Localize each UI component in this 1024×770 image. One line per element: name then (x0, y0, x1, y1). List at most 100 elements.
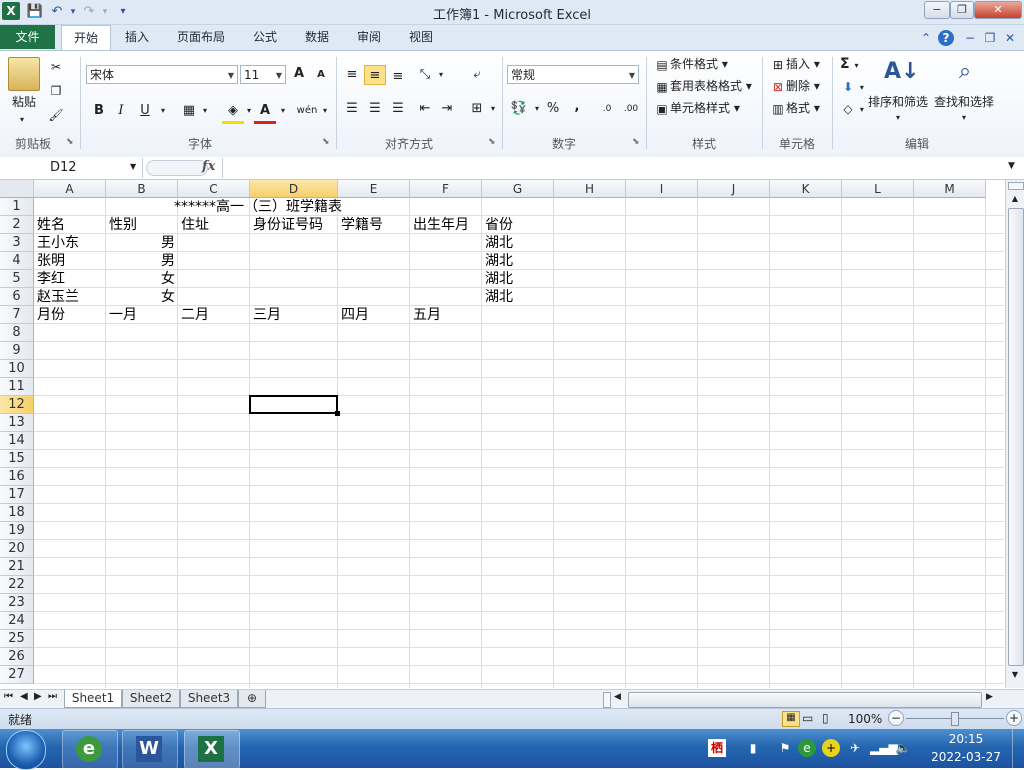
cell-g6[interactable]: 湖北 (482, 288, 554, 306)
start-button[interactable] (6, 730, 46, 770)
row-header-13[interactable]: 13 (0, 414, 34, 432)
zoom-in-button[interactable]: + (1006, 710, 1022, 726)
row-header-24[interactable]: 24 (0, 612, 34, 630)
column-header-a[interactable]: A (34, 180, 106, 198)
cell-a2[interactable]: 姓名 (34, 216, 106, 234)
align-right-icon[interactable]: ☰ (387, 99, 409, 119)
row-header-17[interactable]: 17 (0, 486, 34, 504)
tab-data[interactable]: 数据 (296, 25, 338, 49)
copy-icon[interactable]: ❐ (48, 83, 64, 99)
decrease-decimal-button[interactable]: .00 (620, 99, 642, 119)
column-header-f[interactable]: F (410, 180, 482, 198)
merge-dropdown-icon[interactable]: ▾ (482, 99, 504, 119)
cell-g3[interactable]: 湖北 (482, 234, 554, 252)
column-header-i[interactable]: I (626, 180, 698, 198)
cell-d2[interactable]: 身份证号码 (250, 216, 338, 234)
tab-insert[interactable]: 插入 (116, 25, 158, 49)
row-header-9[interactable]: 9 (0, 342, 34, 360)
cell-a5[interactable]: 李红 (34, 270, 106, 288)
cut-icon[interactable]: ✂ (48, 59, 64, 75)
font-launcher-icon[interactable]: ⬊ (322, 137, 330, 147)
usb-icon[interactable]: ▮ (744, 739, 762, 757)
delete-cells-button[interactable]: ⊠ 删除 ▾ (770, 77, 820, 95)
clear-button[interactable]: ◇ ▾ (840, 99, 863, 119)
row-header-18[interactable]: 18 (0, 504, 34, 522)
conditional-format-button[interactable]: ▤ 条件格式 ▾ (654, 55, 728, 73)
autosum-button[interactable]: Σ ▾ (840, 55, 858, 75)
worksheet-grid[interactable]: ABCDEFGHIJKLM 1 2 3 4 5 6 7 8 9 10 11 12 13 14 15 16 17 1… (0, 180, 1004, 688)
row-header-21[interactable]: 21 (0, 558, 34, 576)
clock-date[interactable]: 2022-03-27 (926, 750, 1006, 764)
alignment-launcher-icon[interactable]: ⬊ (488, 137, 496, 147)
column-header-c[interactable]: C (178, 180, 250, 198)
row-header-1[interactable]: 1 (0, 198, 34, 216)
increase-indent-icon[interactable]: ⇥ (436, 99, 458, 119)
volume-icon[interactable]: 🔈 (894, 739, 912, 757)
row-header-4[interactable]: 4 (0, 252, 34, 270)
network-icon[interactable]: ▂▄▆ (870, 739, 898, 757)
column-header-j[interactable]: J (698, 180, 770, 198)
row-header-2[interactable]: 2 (0, 216, 34, 234)
row-header-19[interactable]: 19 (0, 522, 34, 540)
column-header-l[interactable]: L (842, 180, 914, 198)
format-cells-button[interactable]: ▥ 格式 ▾ (770, 99, 820, 117)
cell-b7[interactable]: 一月 (106, 306, 178, 324)
zoom-slider-thumb[interactable] (951, 712, 959, 726)
formula-bar-divider[interactable] (146, 160, 208, 176)
taskbar-excel[interactable]: X (184, 730, 240, 769)
cell-b6[interactable]: 女 (106, 288, 178, 306)
taskbar-ie[interactable]: e (62, 730, 118, 769)
tab-formulas[interactable]: 公式 (244, 25, 286, 49)
column-header-b[interactable]: B (106, 180, 178, 198)
normal-view-icon[interactable]: ▦ (782, 711, 800, 727)
font-color-dropdown-icon[interactable]: ▾ (272, 101, 294, 121)
sheet-tab-sheet3[interactable]: Sheet3 (180, 690, 238, 708)
phonetic-dropdown-icon[interactable]: ▾ (314, 101, 336, 121)
page-break-view-icon[interactable]: ▯ (822, 711, 829, 725)
row-header-14[interactable]: 14 (0, 432, 34, 450)
cell-a7[interactable]: 月份 (34, 306, 106, 324)
vertical-scrollbar[interactable]: ▲ ▼ (1005, 180, 1024, 688)
row-header-27[interactable]: 27 (0, 666, 34, 684)
row-header-25[interactable]: 25 (0, 630, 34, 648)
row-header-3[interactable]: 3 (0, 234, 34, 252)
row-header-10[interactable]: 10 (0, 360, 34, 378)
select-all-corner[interactable] (0, 180, 34, 198)
cell-e7[interactable]: 四月 (338, 306, 410, 324)
cell-g4[interactable]: 湖北 (482, 252, 554, 270)
row-header-26[interactable]: 26 (0, 648, 34, 666)
show-desktop-button[interactable] (1012, 729, 1024, 768)
prev-sheet-icon[interactable]: ◀ (20, 691, 28, 702)
name-box-dropdown-icon[interactable]: ▼ (130, 162, 136, 171)
row-header-23[interactable]: 23 (0, 594, 34, 612)
bold-button[interactable]: B (88, 101, 110, 121)
cell-d7[interactable]: 三月 (250, 306, 338, 324)
cell-g5[interactable]: 湖北 (482, 270, 554, 288)
italic-button[interactable]: I (110, 101, 132, 121)
align-center-icon[interactable]: ☰ (364, 99, 386, 119)
paste-button[interactable]: 粘贴 (12, 93, 36, 111)
column-header-e[interactable]: E (338, 180, 410, 198)
column-header-g[interactable]: G (482, 180, 554, 198)
align-middle-icon[interactable]: ≡ (364, 65, 386, 85)
close-button[interactable]: ✕ (974, 1, 1022, 19)
cell-b5[interactable]: 女 (106, 270, 178, 288)
help-icon[interactable]: ? (938, 30, 954, 46)
paste-icon[interactable] (8, 57, 40, 91)
cell-c7[interactable]: 二月 (178, 306, 250, 324)
binoculars-icon[interactable]: ⌕ (950, 57, 980, 87)
find-dropdown-icon[interactable]: ▾ (962, 109, 966, 127)
cell-f2[interactable]: 出生年月 (410, 216, 482, 234)
row-header-11[interactable]: 11 (0, 378, 34, 396)
scroll-left-icon[interactable]: ◀ (614, 692, 621, 702)
taskbar-word[interactable]: W (122, 730, 178, 769)
tab-view[interactable]: 视图 (400, 25, 442, 49)
scroll-up-icon[interactable]: ▲ (1008, 192, 1022, 206)
orientation-dropdown-icon[interactable]: ▾ (430, 65, 452, 85)
new-sheet-icon[interactable]: ⊕ (238, 690, 266, 708)
sort-dropdown-icon[interactable]: ▾ (896, 109, 900, 127)
cell-b4[interactable]: 男 (106, 252, 178, 270)
horizontal-scroll-thumb[interactable] (628, 692, 982, 708)
tab-review[interactable]: 审阅 (348, 25, 390, 49)
percent-button[interactable]: % (542, 99, 564, 119)
